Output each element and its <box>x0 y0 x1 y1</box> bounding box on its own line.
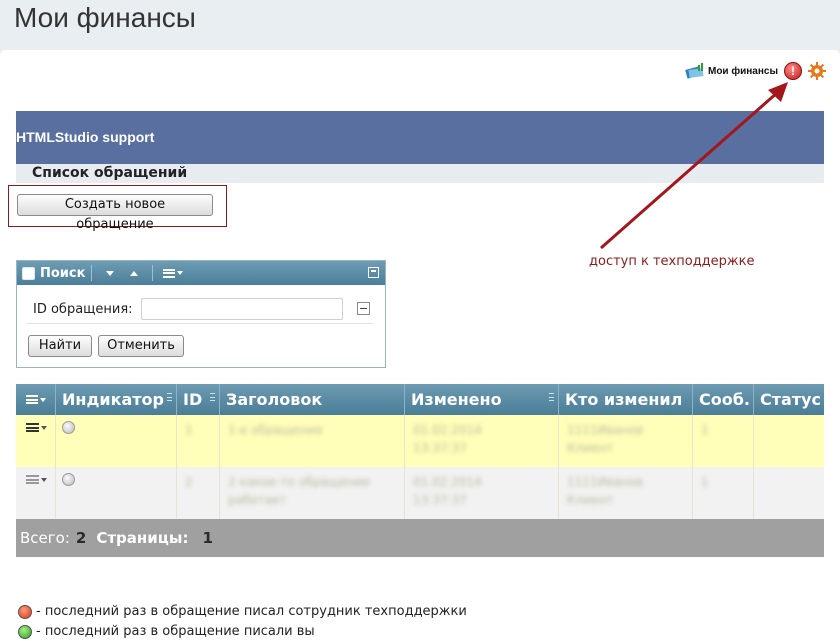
legend-red: - последний раз в обращение писал сотруд… <box>18 604 467 619</box>
table-row[interactable]: 1 1-е обращение 01.02.2014 13:37:37 1111… <box>16 415 824 467</box>
column-changed-by[interactable]: Кто изменил <box>559 384 693 415</box>
search-checkbox[interactable] <box>22 266 35 280</box>
annotation-text: доступ к техподдержке <box>589 254 755 269</box>
money-icon <box>685 63 705 79</box>
ticket-id-input[interactable] <box>141 298 343 320</box>
legend-red-text: - последний раз в обращение писал сотруд… <box>36 604 467 619</box>
row-actions[interactable] <box>16 415 56 467</box>
row-title[interactable]: 1-е обращение <box>220 415 405 467</box>
grid-header: Индикатор ID Заголовок Изменено Кто изме… <box>16 384 824 415</box>
row-status <box>754 415 824 467</box>
support-icon[interactable]: ! <box>784 62 802 80</box>
legend-green-text: - последний раз в обращение писали вы <box>36 624 315 639</box>
support-header: HTMLStudio support <box>16 111 824 164</box>
pages-label: Страницы: <box>96 529 189 547</box>
search-field-row: ID обращения: <box>33 298 343 320</box>
row-actions[interactable] <box>16 467 56 519</box>
page-number[interactable]: 1 <box>202 529 212 547</box>
cell-value: 2 какое-то обращение работает <box>228 475 370 507</box>
cell-value: 01.02.2014 13:37:37 <box>413 423 482 455</box>
column-label: ID <box>183 390 203 409</box>
my-finances-link[interactable]: Мои финансы <box>685 63 778 79</box>
row-changed: 01.02.2014 13:37:37 <box>405 467 559 519</box>
row-title[interactable]: 2 какое-то обращение работает <box>220 467 405 519</box>
row-messages: 1 <box>693 415 754 467</box>
legend-green: - последний раз в обращение писали вы <box>18 624 315 639</box>
gear-icon[interactable] <box>808 62 826 80</box>
column-status[interactable]: Статус <box>754 384 824 415</box>
column-changed[interactable]: Изменено <box>405 384 559 415</box>
search-panel: Поиск ID обращения: Найти Отменить <box>16 260 386 368</box>
red-dot-icon <box>18 604 32 619</box>
grid-footer: Всего: 2 Страницы: 1 <box>16 519 824 557</box>
top-links: Мои финансы ! <box>685 62 826 80</box>
row-indicator <box>56 467 177 519</box>
column-label: Изменено <box>411 390 502 409</box>
search-title: Поиск <box>40 265 86 281</box>
page-title: Мои финансы <box>14 2 196 33</box>
row-status <box>754 467 824 519</box>
find-button[interactable]: Найти <box>28 335 92 357</box>
search-header: Поиск <box>17 261 385 285</box>
column-label: Кто изменил <box>565 390 683 409</box>
cell-value: 1 <box>701 475 709 489</box>
grid-menu-icon[interactable] <box>26 395 55 404</box>
row-id: 1 <box>177 415 220 467</box>
row-indicator <box>56 415 177 467</box>
remove-field-icon[interactable] <box>357 302 370 315</box>
column-id[interactable]: ID <box>177 384 220 415</box>
column-indicator[interactable]: Индикатор <box>56 384 177 415</box>
ticket-id-label: ID обращения: <box>33 301 133 317</box>
column-label: Заголовок <box>226 390 323 409</box>
cell-value: 1-е обращение <box>228 423 323 437</box>
row-menu-icon[interactable] <box>26 475 47 484</box>
separator <box>152 265 154 281</box>
row-messages: 1 <box>693 467 754 519</box>
column-label: Индикатор <box>62 390 164 409</box>
cell-value: 1111Иванов Клиент <box>567 475 644 507</box>
cell-value: 2 <box>185 475 193 489</box>
my-finances-label: Мои финансы <box>707 65 778 77</box>
create-ticket-button[interactable]: Создать новое обращение <box>17 194 213 232</box>
grid-menu-header[interactable] <box>16 384 56 415</box>
minimize-panel-icon[interactable] <box>368 267 379 278</box>
row-changed-by: 1111Иванов Клиент <box>559 467 693 519</box>
row-menu-icon[interactable] <box>26 423 47 432</box>
status-dot-icon <box>62 421 75 434</box>
expand-icon[interactable] <box>106 270 115 276</box>
cancel-button[interactable]: Отменить <box>98 335 184 357</box>
column-label: Сооб. <box>699 390 750 409</box>
column-title[interactable]: Заголовок <box>220 384 405 415</box>
status-dot-icon <box>62 473 75 486</box>
column-messages[interactable]: Сооб. <box>693 384 754 415</box>
total-label: Всего: <box>20 529 70 547</box>
search-menu-icon[interactable] <box>163 268 184 278</box>
total-count: 2 <box>75 529 87 547</box>
cell-value: 01.02.2014 13:37:37 <box>413 475 482 507</box>
cell-value: 1111Иванов Клиент <box>567 423 644 455</box>
collapse-up-icon[interactable] <box>130 270 139 276</box>
row-changed: 01.02.2014 13:37:37 <box>405 415 559 467</box>
row-id: 2 <box>177 467 220 519</box>
section-title: Список обращений <box>16 164 824 183</box>
cell-value: 1 <box>701 423 709 437</box>
divider <box>27 323 373 324</box>
column-label: Статус <box>760 390 821 409</box>
cell-value: 1 <box>185 423 193 437</box>
separator <box>91 265 93 281</box>
tickets-grid: Индикатор ID Заголовок Изменено Кто изме… <box>16 384 824 557</box>
row-changed-by: 1111Иванов Клиент <box>559 415 693 467</box>
green-dot-icon <box>18 624 32 639</box>
table-row[interactable]: 2 2 какое-то обращение работает 01.02.20… <box>16 467 824 519</box>
